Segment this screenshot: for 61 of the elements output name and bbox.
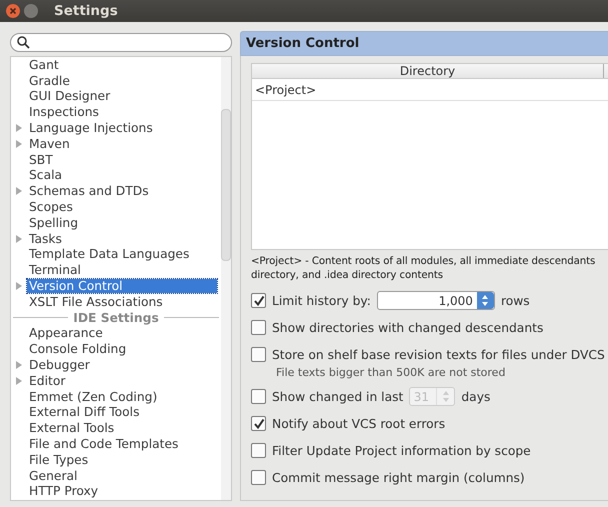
tree-item[interactable]: Scala — [27, 168, 64, 182]
option-label: Limit history by: — [272, 294, 371, 308]
spinner-arrows-icon[interactable] — [476, 292, 494, 309]
minimize-icon[interactable] — [24, 4, 38, 18]
option-label: Commit message right margin (columns) — [272, 470, 525, 484]
checkbox[interactable] — [251, 443, 266, 458]
hint-text: File texts bigger than 500K are not stored — [276, 366, 506, 379]
tree-item[interactable]: Gant — [27, 58, 61, 72]
unit-label: rows — [500, 294, 530, 308]
section-header: IDE Settings — [73, 310, 159, 325]
checkbox[interactable] — [251, 416, 266, 431]
tree-item[interactable]: XSLT File Associations — [27, 294, 165, 309]
tree-item[interactable]: Editor — [27, 374, 68, 388]
tree-item[interactable]: Maven — [27, 136, 72, 151]
tree-item[interactable]: Spelling — [27, 216, 80, 230]
expand-icon[interactable] — [16, 187, 22, 196]
option-label: Filter Update Project information by scope — [272, 444, 531, 458]
tree-item[interactable]: File and Code Templates — [27, 437, 180, 452]
description-text: <Project> - Content roots of all modules, all immediate descendants directory, and .idea directory contents — [251, 255, 596, 283]
unit-label: days — [461, 390, 490, 404]
expand-icon[interactable] — [16, 376, 22, 385]
close-icon[interactable] — [6, 4, 20, 18]
tree-item[interactable]: SBT — [27, 152, 55, 167]
panel-title: Version Control — [246, 36, 360, 51]
expand-icon[interactable] — [16, 140, 22, 148]
checkbox[interactable] — [251, 347, 266, 362]
tree-item[interactable]: Debugger — [27, 358, 92, 372]
option-label: Show directories with changed descendants — [272, 320, 544, 334]
expand-icon[interactable] — [16, 361, 22, 370]
search-field[interactable] — [10, 33, 232, 52]
option-label: Show changed in last — [272, 390, 404, 404]
tree-item[interactable]: Emmet (Zen Coding) — [27, 390, 160, 404]
tree-item[interactable]: HTTP Proxy — [27, 484, 100, 498]
expand-icon[interactable] — [16, 234, 22, 243]
tree-item[interactable]: Scopes — [27, 200, 75, 214]
number-spinner[interactable]: 1,000 — [376, 291, 495, 310]
tree-item[interactable]: External Tools — [27, 421, 116, 436]
checkbox[interactable] — [251, 320, 266, 335]
tree-item[interactable]: Console Folding — [27, 342, 128, 356]
tree-item[interactable]: Schemas and DTDs — [27, 184, 151, 198]
tree-item[interactable]: Version Control — [27, 279, 217, 294]
option-label: Store on shelf base revision texts for files under DVCS — [272, 348, 605, 362]
window-title: Settings — [54, 3, 118, 19]
tree-item[interactable]: Appearance — [27, 326, 105, 340]
table-cell: <Project> — [255, 82, 316, 96]
search-icon — [17, 36, 30, 49]
tree-item[interactable]: General — [27, 468, 80, 483]
tree-item[interactable]: Terminal — [27, 263, 83, 278]
expand-icon[interactable] — [16, 124, 22, 132]
checkbox[interactable] — [251, 293, 266, 308]
tree-item[interactable]: Template Data Languages — [27, 247, 192, 262]
tree-item[interactable]: Inspections — [27, 105, 101, 120]
tree-item[interactable]: Gradle — [27, 74, 72, 88]
tree-item[interactable]: GUI Designer — [27, 89, 112, 104]
tree-item[interactable]: External Diff Tools — [27, 405, 142, 420]
tree-item[interactable]: Tasks — [27, 232, 64, 246]
checkbox[interactable] — [251, 470, 266, 485]
option-label: Notify about VCS root errors — [272, 416, 446, 430]
tree-item[interactable]: Language Injections — [27, 121, 155, 136]
tree-item[interactable]: File Types — [27, 452, 90, 467]
scrollbar[interactable] — [221, 57, 231, 500]
